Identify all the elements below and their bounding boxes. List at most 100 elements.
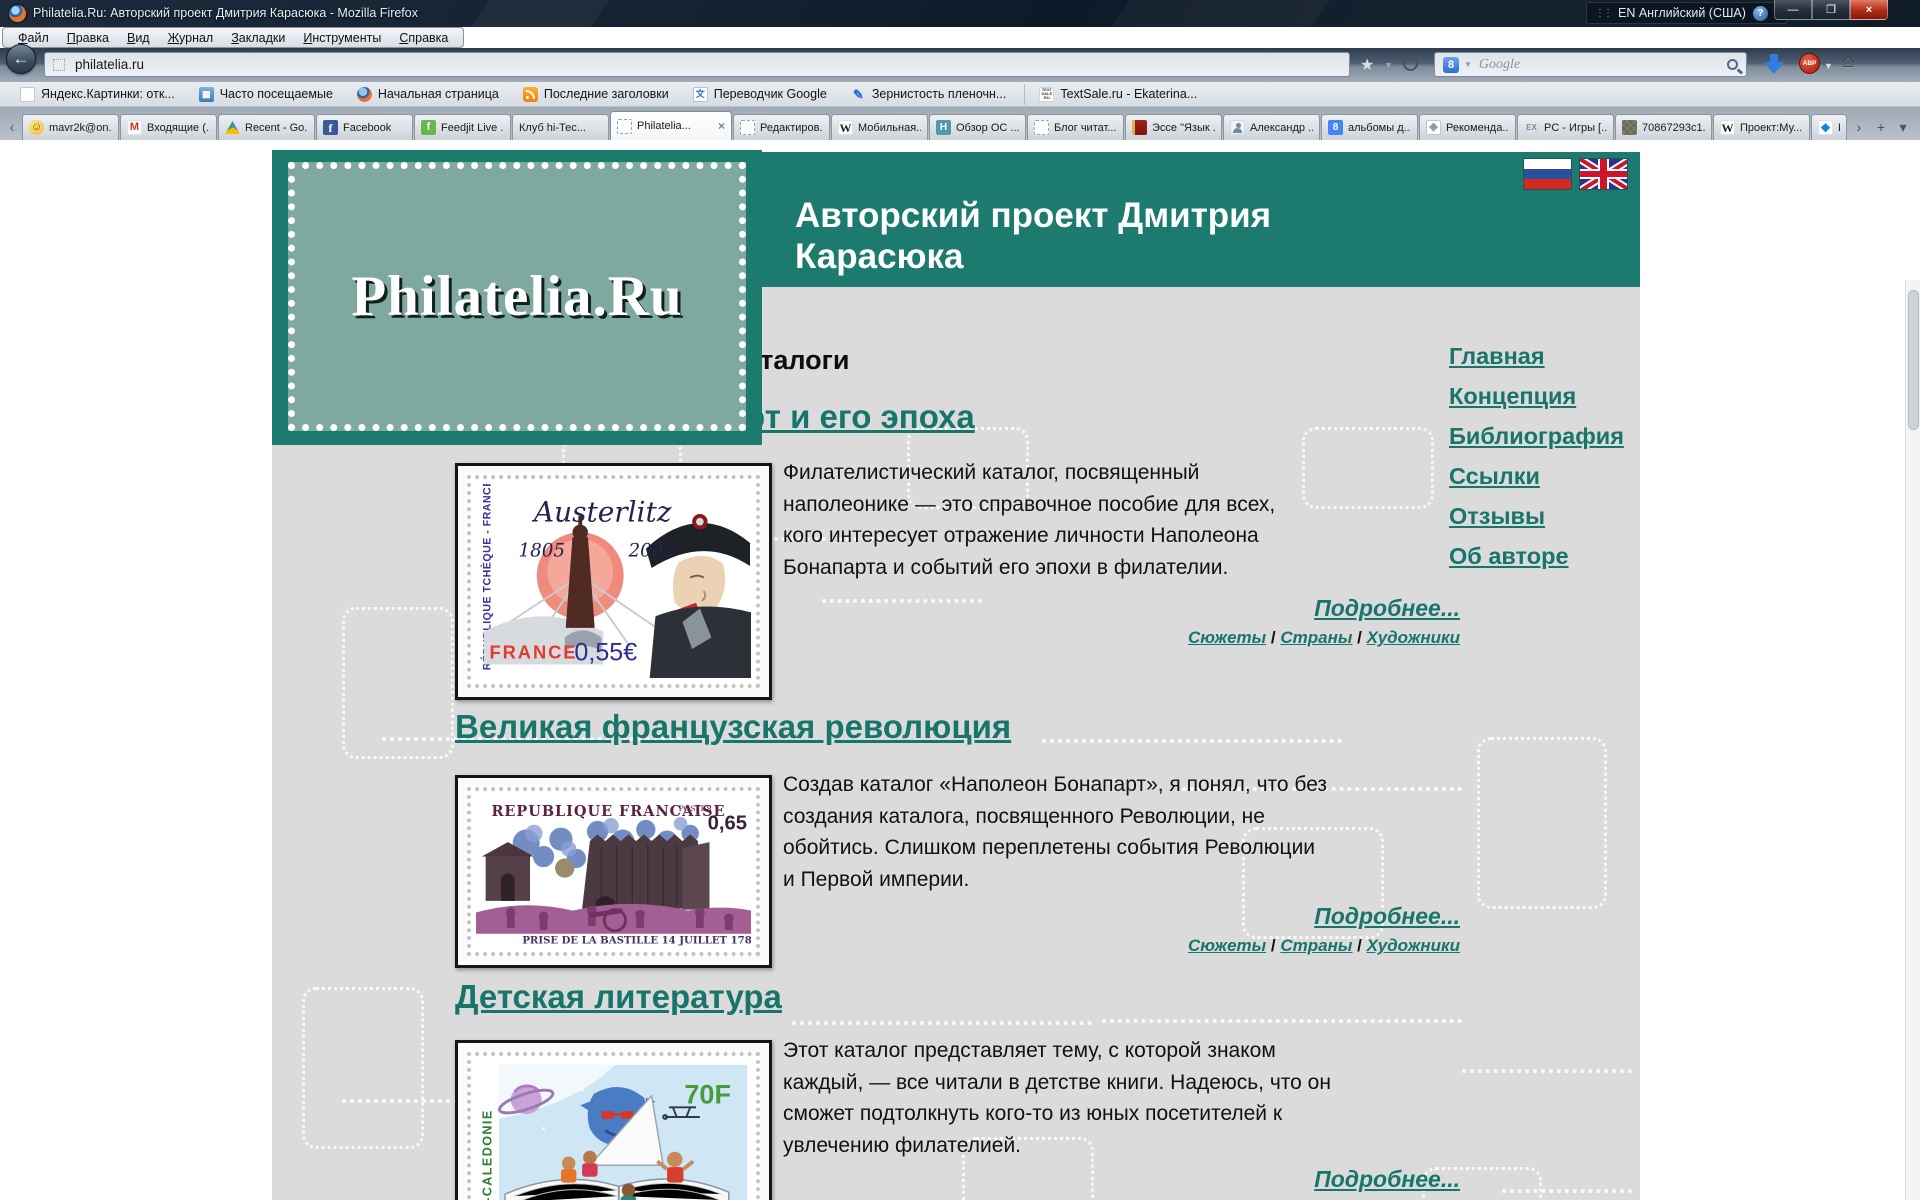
bookmark-label: Начальная страница	[378, 87, 499, 101]
bookmark-item[interactable]: Часто посещаемые	[189, 84, 343, 105]
browser-tab[interactable]: Philatelia... ×	[610, 111, 732, 140]
browser-tab[interactable]: Редактиров...	[733, 114, 830, 140]
sidebar-link[interactable]: Главная	[1449, 343, 1624, 370]
browser-tab[interactable]: Recent - Go...	[218, 114, 315, 140]
search-engine-caret-icon[interactable]: ▼	[1464, 60, 1472, 69]
menu-item[interactable]: Правка	[58, 31, 118, 45]
svg-text:Austerlitz: Austerlitz	[531, 496, 672, 529]
browser-tab[interactable]: PC - Игры [...	[1517, 114, 1614, 140]
bookmark-item[interactable]: Начальная страница	[347, 84, 509, 105]
flag-russia-icon[interactable]	[1524, 159, 1571, 189]
bookmark-favicon-icon	[1039, 87, 1054, 102]
browser-tab[interactable]: Блог читат...	[1027, 114, 1124, 140]
browser-tab[interactable]: альбомы д...	[1321, 114, 1418, 140]
sidebar-link[interactable]: Ссылки	[1449, 463, 1624, 490]
menu-item[interactable]: Инструменты	[294, 31, 390, 45]
adblock-caret-icon[interactable]: ▼	[1824, 61, 1833, 71]
bookmark-item[interactable]: Зернистость пленочн...	[841, 84, 1017, 105]
browser-tab[interactable]: Feedjit Live ...	[414, 114, 511, 140]
list-all-tabs-icon[interactable]: ▾	[1892, 114, 1914, 140]
browser-tab[interactable]: Рекоменда...	[1419, 114, 1516, 140]
site-logo[interactable]: Philatelia.Ru	[272, 150, 762, 445]
browser-tab[interactable]: Входящие (...	[120, 114, 217, 140]
browser-tab[interactable]: Проект:Му...	[1713, 114, 1810, 140]
stamp-image-napoleon[interactable]: RÉPUBLIQUE TCHÈQUE - FRANCE	[455, 463, 772, 700]
back-button[interactable]: ←	[6, 44, 36, 74]
browser-tab[interactable]: Клуб hi-Тес...	[512, 114, 609, 140]
bookmarks-toolbar: Яндекс.Картинки: отк... Часто посещаемые…	[0, 82, 1920, 107]
browser-tab[interactable]: Обзор ОС ...	[929, 114, 1026, 140]
browser-tab[interactable]: Facebook	[316, 114, 413, 140]
browser-tab[interactable]: Эссе "Язык ...	[1125, 114, 1222, 140]
search-magnifier-icon[interactable]	[1727, 59, 1738, 70]
new-tab-button[interactable]: +	[1870, 114, 1892, 140]
stamp-pattern-decoration	[1502, 1189, 1632, 1193]
menu-item[interactable]: Закладки	[222, 31, 294, 45]
more-link-text[interactable]: Подробнее...	[1314, 595, 1460, 621]
bookmark-item[interactable]: Переводчик Google	[683, 84, 837, 105]
firefox-window: Philatelia.Ru: Авторский проект Дмитрия …	[0, 0, 1920, 1200]
bookmark-item[interactable]: Яндекс.Картинки: отк...	[10, 84, 185, 105]
browser-tab[interactable]: Александр ...	[1223, 114, 1320, 140]
svg-text:2005: 2005	[627, 540, 675, 561]
adblock-plus-icon[interactable]: ABP	[1799, 53, 1820, 74]
stamp-pattern-decoration	[302, 987, 424, 1149]
menu-bar: ФайлПравкаВидЖурналЗакладкиИнструментыСп…	[2, 27, 464, 48]
close-button[interactable]: ×	[1850, 0, 1888, 20]
refresh-icon[interactable]	[1403, 56, 1418, 71]
sublink-subjects[interactable]: Сюжеты	[1188, 936, 1266, 955]
svg-text:0,65: 0,65	[708, 813, 747, 835]
language-indicator[interactable]: EN Английский (США)	[1618, 6, 1746, 20]
menu-item[interactable]: Файл	[9, 31, 58, 45]
more-link-text[interactable]: Подробнее...	[1314, 1166, 1460, 1192]
address-bar[interactable]	[44, 52, 1350, 77]
sidebar-link[interactable]: Об авторе	[1449, 543, 1624, 570]
section-title-children[interactable]: Детская литература	[455, 978, 782, 1016]
sublink-countries[interactable]: Страны	[1280, 936, 1352, 955]
section-title-revolution[interactable]: Великая французская революция	[455, 708, 1011, 746]
bookmark-item[interactable]: Последние заголовки	[513, 84, 679, 105]
browser-tab[interactable]: 70867293c1...	[1615, 114, 1712, 140]
sublink-countries[interactable]: Страны	[1280, 628, 1352, 647]
title-bar[interactable]: Philatelia.Ru: Авторский проект Дмитрия …	[0, 0, 1920, 27]
browser-tab[interactable]: mavr2k@on...	[22, 114, 119, 140]
stamp-image-children[interactable]: NELLE-CALEDONIE 70F	[455, 1040, 772, 1200]
tab-label: Эссе "Язык ...	[1152, 122, 1215, 134]
search-box[interactable]: 8 ▼	[1434, 52, 1747, 77]
vertical-scrollbar[interactable]	[1905, 280, 1920, 1200]
help-icon[interactable]: ?	[1753, 6, 1768, 21]
stamp-image-revolution[interactable]: REPUBLIQUE FRANCAISE POSTES 0,65 PRISE D…	[455, 775, 772, 968]
tab-favicon-icon	[740, 120, 755, 135]
restore-button[interactable]: ❐	[1812, 0, 1850, 20]
bookmark-caret-icon[interactable]: ▼	[1384, 60, 1393, 70]
search-input[interactable]	[1477, 56, 1722, 74]
bookmark-item[interactable]: TextSale.ru - Ekaterina...	[1024, 84, 1207, 105]
grip-icon[interactable]: ⋮⋮	[1595, 8, 1611, 19]
minimize-button[interactable]: —	[1774, 0, 1812, 20]
browser-tab[interactable]: Мобильная...	[831, 114, 928, 140]
language-bar[interactable]: ⋮⋮ EN Английский (США) ? ▴▾	[1586, 2, 1787, 24]
google-search-engine-icon[interactable]: 8	[1443, 57, 1459, 73]
menu-item[interactable]: Вид	[118, 31, 159, 45]
bookmark-star-icon[interactable]: ★	[1360, 55, 1374, 75]
menu-item[interactable]: Журнал	[159, 31, 223, 45]
flag-uk-icon[interactable]	[1580, 159, 1627, 189]
browser-tab[interactable]: К	[1811, 114, 1847, 140]
scrollbar-thumb[interactable]	[1908, 290, 1919, 430]
sublink-artists[interactable]: Художники	[1367, 936, 1460, 955]
more-link-text[interactable]: Подробнее...	[1314, 903, 1460, 929]
sublink-artists[interactable]: Художники	[1367, 628, 1460, 647]
stamp-pattern-decoration	[1462, 1069, 1632, 1073]
sidebar-link[interactable]: Библиография	[1449, 423, 1624, 450]
tab-close-icon[interactable]: ×	[718, 119, 725, 133]
scroll-tabs-right-icon[interactable]: ›	[1848, 114, 1870, 140]
tab-label: Редактиров...	[760, 122, 823, 134]
download-button[interactable]	[1762, 51, 1786, 77]
menu-item[interactable]: Справка	[390, 31, 457, 45]
sublink-subjects[interactable]: Сюжеты	[1188, 628, 1266, 647]
scroll-tabs-left-icon[interactable]: ‹	[2, 114, 22, 140]
home-icon[interactable]: ⌂	[1842, 50, 1854, 73]
sidebar-link[interactable]: Концепция	[1449, 383, 1624, 410]
url-input[interactable]	[73, 56, 1341, 73]
sidebar-link[interactable]: Отзывы	[1449, 503, 1624, 530]
